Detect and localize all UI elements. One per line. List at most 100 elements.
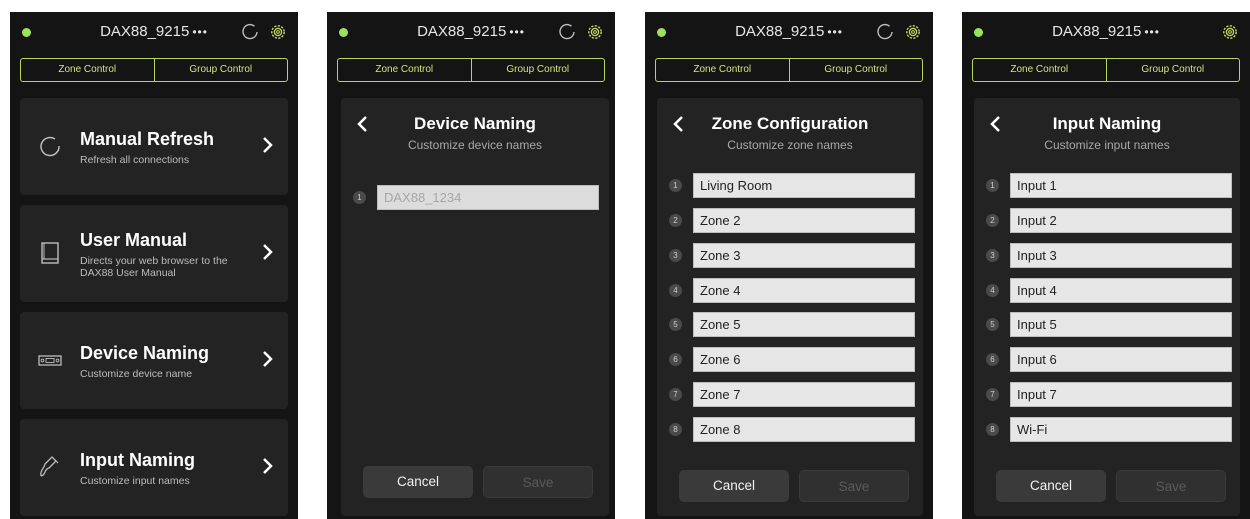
refresh-icon[interactable] — [557, 22, 577, 42]
zone-name-field[interactable]: Zone 2 — [693, 208, 915, 233]
chevron-right-icon — [263, 351, 273, 367]
menu-item-title: Manual Refresh — [80, 129, 215, 149]
tab-zone-control[interactable]: Zone Control — [21, 59, 154, 81]
top-bar: DAX88_9215 ••• — [645, 12, 933, 52]
top-bar: DAX88_9215 ••• — [962, 12, 1250, 52]
refresh-icon[interactable] — [240, 22, 260, 42]
input-name-field[interactable]: Input 5 — [1010, 312, 1232, 337]
tab-group-control[interactable]: Group Control — [1105, 59, 1240, 81]
input-naming-screen: DAX88_9215 ••• Zone Control Group Control… — [962, 12, 1250, 519]
menu-item-desc: Directs your web browser to the DAX88 Us… — [80, 255, 228, 279]
refresh-icon — [40, 136, 60, 157]
zone-row: 8 Zone 8 — [669, 417, 915, 442]
cancel-button[interactable]: Cancel — [679, 470, 789, 502]
save-button[interactable]: Save — [1116, 470, 1226, 502]
row-number: 6 — [669, 353, 682, 366]
gear-icon[interactable] — [1220, 22, 1240, 42]
more-icon: ••• — [192, 25, 208, 39]
device-naming-dialog: Device Naming Customize device names 1 D… — [341, 98, 609, 516]
input-row: 1 Input 1 — [986, 173, 1232, 198]
settings-menu-screen: DAX88_9215 ••• Zone Control Group Control… — [10, 12, 298, 519]
device-name: DAX88_9215 — [1052, 23, 1142, 40]
input-row: 8 Wi-Fi — [986, 417, 1232, 442]
row-number: 1 — [669, 179, 682, 192]
zone-row: 5 Zone 5 — [669, 312, 915, 337]
device-icon — [38, 355, 62, 366]
chevron-right-icon — [263, 458, 273, 474]
gear-icon[interactable] — [268, 22, 288, 42]
input-name-field[interactable]: Wi-Fi — [1010, 417, 1232, 442]
dialog-title: Zone Configuration — [711, 114, 869, 133]
cancel-button[interactable]: Cancel — [996, 470, 1106, 502]
device-naming-screen: DAX88_9215 ••• Zone Control Group Control… — [327, 12, 615, 519]
menu-item-desc: Customize device name — [80, 368, 193, 380]
row-number: 6 — [986, 353, 999, 366]
cancel-button[interactable]: Cancel — [363, 466, 473, 498]
top-bar: DAX88_9215 ••• — [10, 12, 298, 52]
chevron-right-icon — [263, 137, 273, 153]
input-row: 6 Input 6 — [986, 347, 1232, 372]
cable-icon — [40, 456, 59, 477]
zone-row: 2 Zone 2 — [669, 208, 915, 233]
zone-configuration-dialog: Zone Configuration Customize zone names … — [657, 98, 923, 516]
zone-name-field[interactable]: Zone 8 — [693, 417, 915, 442]
input-name-field[interactable]: Input 3 — [1010, 243, 1232, 268]
control-tabs: Zone Control Group Control — [337, 58, 605, 82]
zone-row: 1 Living Room — [669, 173, 915, 198]
device-name-field[interactable]: DAX88_1234 — [377, 185, 599, 210]
tab-group-control[interactable]: Group Control — [788, 59, 923, 81]
zone-row: 6 Zone 6 — [669, 347, 915, 372]
device-name: DAX88_9215 — [735, 23, 825, 40]
row-number: 8 — [986, 423, 999, 436]
input-name-field[interactable]: Input 4 — [1010, 278, 1232, 303]
input-row: 5 Input 5 — [986, 312, 1232, 337]
gear-icon[interactable] — [585, 22, 605, 42]
zone-name-field[interactable]: Zone 3 — [693, 243, 915, 268]
menu-item-user-manual[interactable]: User Manual Directs your web browser to … — [20, 205, 288, 302]
zone-row: 4 Zone 4 — [669, 278, 915, 303]
row-number: 7 — [669, 388, 682, 401]
refresh-icon[interactable] — [875, 22, 895, 42]
zone-row: 3 Zone 3 — [669, 243, 915, 268]
row-number: 2 — [986, 214, 999, 227]
input-name-field[interactable]: Input 1 — [1010, 173, 1232, 198]
row-number: 4 — [669, 284, 682, 297]
row-number: 8 — [669, 423, 682, 436]
zone-name-field[interactable]: Zone 7 — [693, 382, 915, 407]
tab-zone-control[interactable]: Zone Control — [973, 59, 1106, 81]
zone-name-field[interactable]: Zone 4 — [693, 278, 915, 303]
device-name-row: 1 DAX88_1234 — [353, 185, 599, 210]
tab-group-control[interactable]: Group Control — [153, 59, 288, 81]
zone-row: 7 Zone 7 — [669, 382, 915, 407]
control-tabs: Zone Control Group Control — [655, 58, 923, 82]
zone-name-field[interactable]: Zone 6 — [693, 347, 915, 372]
more-icon: ••• — [827, 25, 843, 39]
save-button[interactable]: Save — [799, 470, 909, 502]
gear-icon[interactable] — [903, 22, 923, 42]
zone-name-field[interactable]: Living Room — [693, 173, 915, 198]
input-name-field[interactable]: Input 2 — [1010, 208, 1232, 233]
input-naming-dialog: Input Naming Customize input names 1 Inpu… — [974, 98, 1240, 516]
row-number: 3 — [669, 249, 682, 262]
device-name: DAX88_9215 — [417, 23, 507, 40]
row-number: 7 — [986, 388, 999, 401]
tab-group-control[interactable]: Group Control — [470, 59, 605, 81]
book-icon — [41, 242, 59, 264]
row-number: 4 — [986, 284, 999, 297]
input-name-field[interactable]: Input 7 — [1010, 382, 1232, 407]
tab-zone-control[interactable]: Zone Control — [338, 59, 471, 81]
menu-item-manual-refresh[interactable]: Manual Refresh Refresh all connections — [20, 98, 288, 195]
menu-item-input-naming[interactable]: Input Naming Customize input names — [20, 419, 288, 516]
row-number: 2 — [669, 214, 682, 227]
row-number: 3 — [986, 249, 999, 262]
dialog-subtitle: Customize input names — [1044, 138, 1170, 152]
tab-zone-control[interactable]: Zone Control — [656, 59, 789, 81]
input-name-field[interactable]: Input 6 — [1010, 347, 1232, 372]
zone-name-field[interactable]: Zone 5 — [693, 312, 915, 337]
dialog-subtitle: Customize device names — [407, 138, 543, 152]
input-row: 3 Input 3 — [986, 243, 1232, 268]
menu-item-device-naming[interactable]: Device Naming Customize device name — [20, 312, 288, 409]
save-button[interactable]: Save — [483, 466, 593, 498]
input-row: 7 Input 7 — [986, 382, 1232, 407]
device-selector[interactable]: DAX88_9215 ••• — [962, 23, 1250, 40]
